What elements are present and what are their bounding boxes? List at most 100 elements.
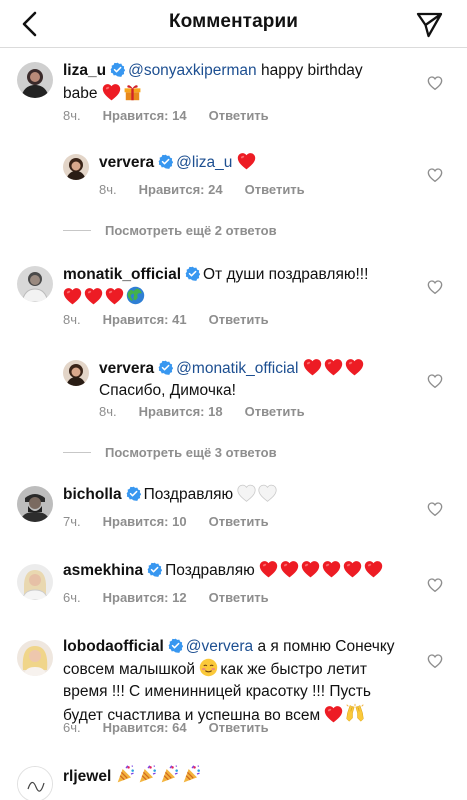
username[interactable]: rljewel: [63, 768, 111, 785]
verified-badge-icon: [185, 266, 200, 281]
avatar[interactable]: [17, 62, 53, 98]
red-heart-icon: [303, 358, 322, 376]
gift-icon: [123, 82, 142, 101]
verified-badge-icon: [147, 562, 162, 577]
like-heart-icon[interactable]: [427, 501, 443, 517]
likes-count[interactable]: Нравится: 14: [103, 108, 187, 123]
red-heart-icon: [322, 560, 341, 578]
globe-icon: [126, 286, 145, 305]
comment-text: liza_u @sonyaxkiperman happy birthday bab…: [63, 62, 363, 102]
avatar[interactable]: [17, 766, 53, 800]
timestamp: 6ч.: [63, 720, 81, 735]
comment-text: rljewel: [63, 764, 413, 788]
comment-text: ververa @liza_u: [99, 152, 419, 174]
party-popper-icon: [182, 764, 202, 784]
page-title: Комментарии: [168, 11, 299, 32]
verified-badge-icon: [158, 360, 173, 375]
reply-item: ververa @monatik_official Спасибо, Димочк…: [0, 356, 467, 426]
like-heart-icon[interactable]: [427, 167, 443, 183]
avatar[interactable]: [17, 640, 53, 676]
reply-button[interactable]: Ответить: [245, 404, 305, 419]
view-more-replies[interactable]: Посмотреть ещё 2 ответов: [63, 223, 277, 238]
top-bar: Комментарии: [0, 0, 467, 48]
verified-badge-icon: [110, 62, 125, 77]
red-heart-icon: [102, 83, 121, 101]
likes-count[interactable]: Нравится: 18: [139, 404, 223, 419]
username[interactable]: lobodaofficial: [63, 638, 164, 655]
verified-badge-icon: [168, 638, 183, 653]
avatar[interactable]: [63, 154, 89, 180]
raising-hands-icon: [345, 703, 365, 723]
timestamp: 8ч.: [99, 182, 117, 197]
comment-item: monatik_official От души поздравляю!!! 8ч…: [0, 262, 467, 332]
comment-text: asmekhina Поздравляю: [63, 560, 423, 582]
avatar[interactable]: [17, 486, 53, 522]
verified-badge-icon: [158, 154, 173, 169]
timestamp: 8ч.: [63, 108, 81, 123]
party-popper-icon: [138, 764, 158, 784]
comment-text: ververa @monatik_official Спасибо, Димочк…: [99, 358, 419, 402]
comment-item: bicholla Поздравляю 7ч. Нравится: 10 Ответи…: [0, 484, 467, 534]
like-heart-icon[interactable]: [427, 577, 443, 593]
red-heart-icon: [105, 287, 124, 305]
mention-link[interactable]: @liza_u: [176, 154, 232, 171]
party-popper-icon: [160, 764, 180, 784]
username[interactable]: liza_u: [63, 62, 106, 79]
comment-item: liza_u @sonyaxkiperman happy birthday bab…: [0, 58, 467, 128]
reply-button[interactable]: Ответить: [209, 590, 269, 605]
comment-meta: 8ч. Нравится: 41 Ответить: [63, 312, 291, 327]
reply-button[interactable]: Ответить: [245, 182, 305, 197]
likes-count[interactable]: Нравится: 10: [103, 514, 187, 529]
view-more-replies[interactable]: Посмотреть ещё 3 ответов: [63, 445, 277, 460]
red-heart-icon: [84, 287, 103, 305]
reply-button[interactable]: Ответить: [209, 514, 269, 529]
like-heart-icon[interactable]: [427, 653, 443, 669]
red-heart-icon: [259, 560, 278, 578]
comment-meta: 8ч. Нравится: 24 Ответить: [99, 182, 327, 197]
divider-line: [63, 230, 91, 231]
verified-badge-icon: [126, 486, 141, 501]
red-heart-icon: [280, 560, 299, 578]
likes-count[interactable]: Нравится: 12: [103, 590, 187, 605]
username[interactable]: bicholla: [63, 486, 122, 503]
likes-count[interactable]: Нравится: 64: [103, 720, 187, 735]
username[interactable]: asmekhina: [63, 562, 143, 579]
like-heart-icon[interactable]: [427, 75, 443, 91]
party-popper-icon: [116, 764, 136, 784]
like-heart-icon[interactable]: [427, 373, 443, 389]
avatar[interactable]: [17, 266, 53, 302]
white-heart-icon: [258, 484, 277, 502]
timestamp: 8ч.: [99, 404, 117, 419]
comment-item: lobodaofficial @ververa а я помню Сонечку…: [0, 636, 467, 736]
reply-button[interactable]: Ответить: [209, 108, 269, 123]
red-heart-icon: [324, 705, 343, 723]
username[interactable]: ververa: [99, 360, 154, 377]
like-heart-icon[interactable]: [427, 279, 443, 295]
reply-button[interactable]: Ответить: [209, 312, 269, 327]
comment-item: asmekhina Поздравляю 6ч. Нравится: 12 Ответ…: [0, 560, 467, 610]
avatar[interactable]: [17, 564, 53, 600]
comment-text: monatik_official От души поздравляю!!!: [63, 264, 413, 309]
paper-plane-icon[interactable]: [414, 9, 444, 39]
red-heart-icon: [237, 152, 256, 170]
mention-link[interactable]: @monatik_official: [176, 360, 298, 377]
comment-meta: 6ч. Нравится: 12 Ответить: [63, 590, 291, 605]
mention-link[interactable]: @ververa: [186, 638, 253, 655]
likes-count[interactable]: Нравится: 41: [103, 312, 187, 327]
timestamp: 8ч.: [63, 312, 81, 327]
avatar[interactable]: [63, 360, 89, 386]
comment-meta: 8ч. Нравится: 18 Ответить: [99, 404, 327, 419]
username[interactable]: monatik_official: [63, 266, 181, 283]
comment-meta: 6ч. Нравится: 64 Ответить: [63, 720, 291, 735]
reply-button[interactable]: Ответить: [209, 720, 269, 735]
divider-line: [63, 452, 91, 453]
comment-meta: 7ч. Нравится: 10 Ответить: [63, 514, 291, 529]
likes-count[interactable]: Нравится: 24: [139, 182, 223, 197]
username[interactable]: ververa: [99, 154, 154, 171]
red-heart-icon: [63, 287, 82, 305]
blush-face-icon: [199, 658, 218, 677]
red-heart-icon: [345, 358, 364, 376]
timestamp: 7ч.: [63, 514, 81, 529]
red-heart-icon: [364, 560, 383, 578]
mention-link[interactable]: @sonyaxkiperman: [128, 62, 257, 79]
